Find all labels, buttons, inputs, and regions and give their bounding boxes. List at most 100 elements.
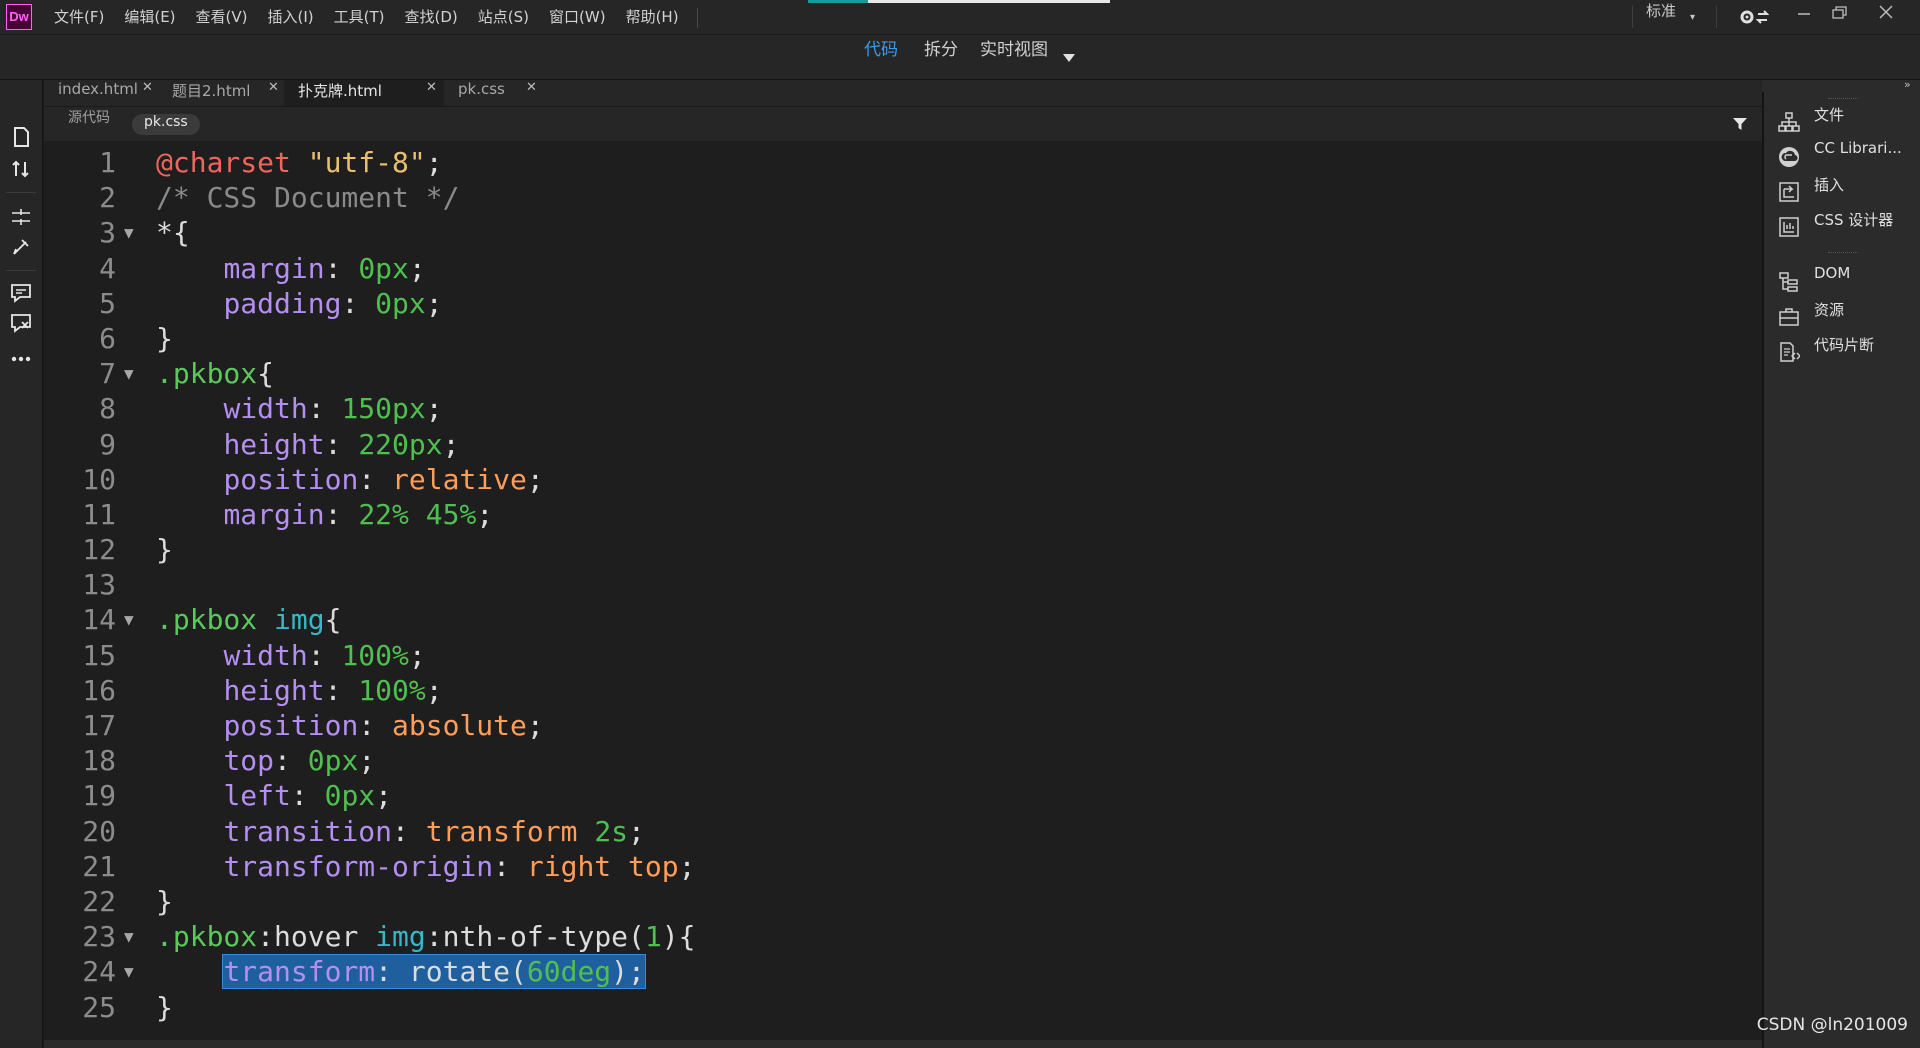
- code-editor[interactable]: 1 @charset "utf-8"; 2/* CSS Document */3 ▼ *…: [44, 141, 1762, 1040]
- more-icon[interactable]: [8, 346, 34, 372]
- code-line[interactable]: 10 position: relative;: [44, 462, 1762, 497]
- panel-cc-libraries[interactable]: CC Librari...: [1770, 139, 1916, 174]
- code-text: }: [156, 990, 173, 1025]
- code-line[interactable]: 23 ▼ .pkbox:hover img:nth-of-type(1){: [44, 919, 1762, 954]
- code-line[interactable]: 4 margin: 0px;: [44, 251, 1762, 286]
- menu-find[interactable]: 查找(D): [395, 0, 468, 34]
- format-source-icon[interactable]: [8, 234, 34, 260]
- close-icon[interactable]: ✕: [268, 80, 279, 95]
- code-text: @charset "utf-8";: [156, 145, 443, 180]
- line-number: 17: [82, 709, 116, 742]
- menu-list: 文件(F) 编辑(E) 查看(V) 插入(I) 工具(T) 查找(D) 站点(S…: [44, 0, 689, 34]
- code-token: :: [307, 638, 342, 672]
- code-line[interactable]: 25}: [44, 990, 1762, 1025]
- expand-all-icon[interactable]: [8, 204, 34, 230]
- tab-pk-css[interactable]: pk.css ✕: [444, 80, 562, 106]
- tab-timu2-html[interactable]: 题目2.html ✕: [158, 80, 284, 106]
- fold-toggle-icon[interactable]: ▼: [124, 356, 142, 391]
- code-line[interactable]: 9 height: 220px;: [44, 427, 1762, 462]
- workspace-select[interactable]: 标准: [1646, 0, 1676, 34]
- panel-group-1: 文件 CC Librari... 插入 CSS 设计器: [1770, 104, 1916, 244]
- code-line[interactable]: 19 left: 0px;: [44, 778, 1762, 813]
- code-line[interactable]: 14 ▼ .pkbox img{: [44, 602, 1762, 637]
- related-file-source-code[interactable]: 源代码: [68, 107, 110, 127]
- code-token: :: [324, 497, 359, 531]
- code-text: height: 220px;: [156, 427, 459, 462]
- code-token: :: [324, 251, 359, 285]
- menu-window[interactable]: 窗口(W): [539, 0, 616, 34]
- close-icon[interactable]: ✕: [142, 80, 153, 95]
- fold-toggle-icon[interactable]: ▼: [124, 919, 142, 954]
- horizontal-scrollbar[interactable]: [44, 1040, 1762, 1048]
- briefcase-icon: [1779, 308, 1799, 326]
- related-file-pk-css[interactable]: pk.css: [132, 114, 200, 135]
- workspace-divider-2: [1716, 6, 1717, 28]
- code-line[interactable]: 13: [44, 567, 1762, 602]
- panel-css-designer[interactable]: CSS 设计器: [1770, 209, 1916, 244]
- close-icon[interactable]: [1868, 0, 1904, 28]
- collapse-panels-icon[interactable]: »: [1904, 78, 1911, 91]
- code-token: 0px: [375, 286, 426, 320]
- tab-index-html[interactable]: index.html ✕: [44, 80, 158, 106]
- code-token: ;: [678, 849, 696, 883]
- close-icon[interactable]: ✕: [426, 80, 437, 95]
- open-document-icon[interactable]: [8, 124, 34, 150]
- restore-icon[interactable]: [1822, 0, 1858, 28]
- filter-icon[interactable]: [1732, 116, 1748, 132]
- panel-snippets[interactable]: 代码片断: [1770, 334, 1916, 369]
- remove-comment-icon[interactable]: [8, 310, 34, 336]
- code-token: *: [156, 216, 173, 250]
- code-line[interactable]: 18 top: 0px;: [44, 743, 1762, 778]
- panel-files[interactable]: 文件: [1770, 104, 1916, 139]
- menu-site[interactable]: 站点(S): [468, 0, 539, 34]
- panel-dom[interactable]: DOM: [1770, 264, 1916, 299]
- menu-help[interactable]: 帮助(H): [616, 0, 689, 34]
- code-line[interactable]: 2 /* CSS Document */: [44, 180, 1762, 215]
- minimize-icon[interactable]: [1786, 0, 1822, 28]
- code-line[interactable]: 6}: [44, 321, 1762, 356]
- code-line[interactable]: 12}: [44, 532, 1762, 567]
- code-line[interactable]: 11 margin: 22% 45%;: [44, 497, 1762, 532]
- code-line[interactable]: 22}: [44, 884, 1762, 919]
- panel-label: 代码片断: [1814, 336, 1875, 354]
- code-text: position: relative;: [156, 462, 543, 497]
- view-code-button[interactable]: 代码: [864, 35, 898, 60]
- code-line[interactable]: 21 transform-origin: right top;: [44, 849, 1762, 884]
- menu-view[interactable]: 查看(V): [186, 0, 258, 34]
- chevron-down-icon[interactable]: ▾: [1690, 6, 1695, 30]
- panel-insert[interactable]: 插入: [1770, 174, 1916, 209]
- code-line[interactable]: 15 width: 100%;: [44, 638, 1762, 673]
- fold-toggle-icon[interactable]: ▼: [124, 602, 142, 637]
- menu-edit[interactable]: 编辑(E): [114, 0, 185, 34]
- code-line[interactable]: 7 ▼ .pkbox{: [44, 356, 1762, 391]
- apply-comment-icon[interactable]: [8, 280, 34, 306]
- sync-settings-icon[interactable]: [1738, 6, 1772, 28]
- tab-pukepai-html[interactable]: 扑克牌.html ✕: [284, 80, 444, 106]
- file-management-icon[interactable]: [8, 156, 34, 182]
- chevron-down-icon[interactable]: [1062, 53, 1076, 63]
- code-line[interactable]: 8 width: 150px;: [44, 391, 1762, 426]
- close-icon[interactable]: ✕: [526, 80, 537, 95]
- view-split-button[interactable]: 拆分: [924, 35, 958, 60]
- menu-insert[interactable]: 插入(I): [258, 0, 324, 34]
- view-live-button[interactable]: 实时视图: [980, 35, 1048, 60]
- code-line[interactable]: 20 transition: transform 2s;: [44, 814, 1762, 849]
- code-token: 1: [644, 920, 662, 954]
- code-line[interactable]: 16 height: 100%;: [44, 673, 1762, 708]
- fold-toggle-icon[interactable]: ▼: [124, 215, 142, 250]
- code-token: img: [375, 920, 426, 954]
- code-line[interactable]: 17 position: absolute;: [44, 708, 1762, 743]
- panel-grip[interactable]: [1828, 252, 1858, 255]
- code-line[interactable]: 5 padding: 0px;: [44, 286, 1762, 321]
- menu-file[interactable]: 文件(F): [44, 0, 114, 34]
- code-line[interactable]: 1 @charset "utf-8";: [44, 145, 1762, 180]
- code-line[interactable]: 3 ▼ *{: [44, 215, 1762, 250]
- fold-toggle-icon[interactable]: ▼: [124, 954, 142, 989]
- menu-tools[interactable]: 工具(T): [324, 0, 395, 34]
- panel-assets[interactable]: 资源: [1770, 299, 1916, 334]
- panel-grip[interactable]: [1828, 98, 1858, 101]
- code-line[interactable]: 24 ▼ transform: rotate(60deg);: [44, 954, 1762, 990]
